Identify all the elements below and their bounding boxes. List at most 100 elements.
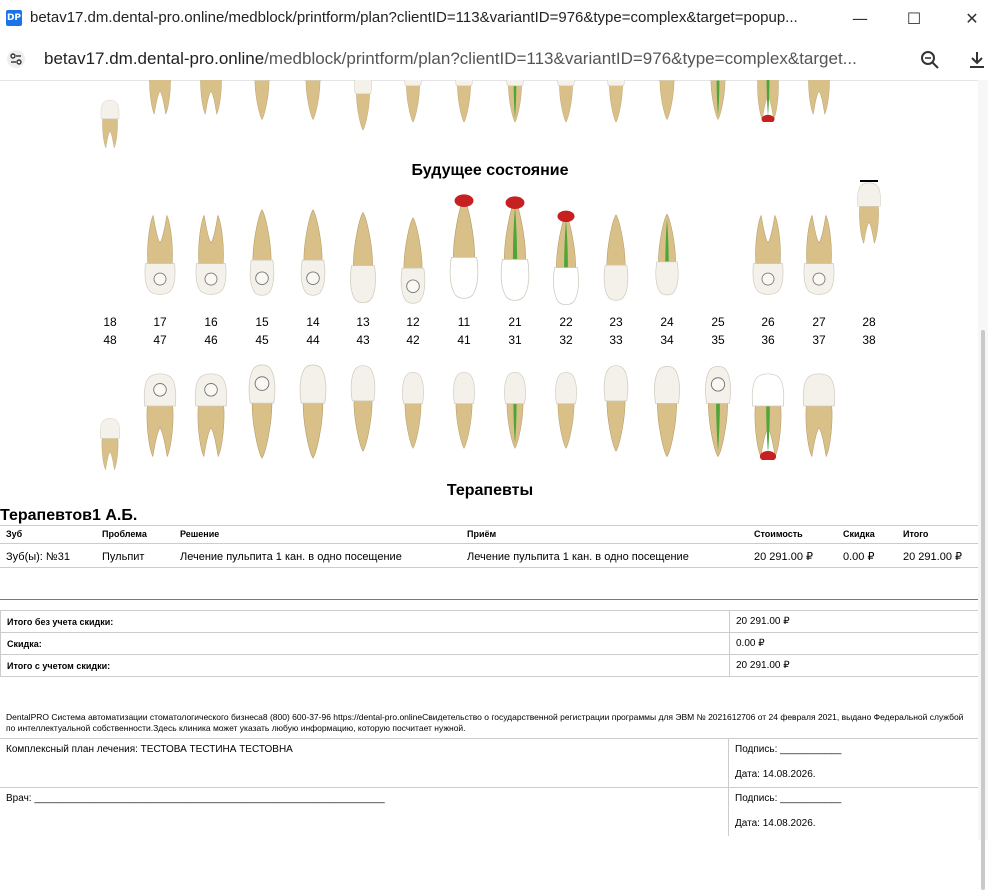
signature-table: Комплексный план лечения: ТЕСТОВА ТЕСТИН… xyxy=(0,738,978,836)
tooth-icon xyxy=(144,214,176,295)
tooth-number: 23 xyxy=(609,315,623,329)
tooth-icon xyxy=(350,211,376,304)
tooth-number: 42 xyxy=(406,333,420,347)
tooth-number: 14 xyxy=(306,315,320,329)
doctor-sign-label: Врач: __________________________________… xyxy=(0,787,729,836)
tooth-icon xyxy=(607,80,625,123)
table-row: Зуб(ы): №31 Пульпит Лечение пульпита 1 к… xyxy=(0,543,978,568)
tooth-icon xyxy=(757,80,779,122)
table-header-row: Зуб Проблема Решение Приём Стоимость Ски… xyxy=(0,525,978,544)
tooth-icon xyxy=(455,80,473,123)
col-visit: Приём xyxy=(461,525,748,544)
cell-visit: Лечение пульпита 1 кан. в одно посещение xyxy=(461,543,748,568)
window-titlebar: DP betav17.dm.dental-pro.online/medblock… xyxy=(0,0,988,38)
tooth-icon xyxy=(253,80,271,120)
tooth-number: 44 xyxy=(306,333,320,347)
totals-label: Итого без учета скидки: xyxy=(0,610,730,633)
close-button[interactable]: ✕ xyxy=(957,6,987,32)
minimize-button[interactable]: — xyxy=(845,6,875,32)
page-scrollbar[interactable] xyxy=(978,80,988,890)
tooth-number: 48 xyxy=(103,333,117,347)
tooth-icon xyxy=(603,214,629,301)
tooth-number: 32 xyxy=(559,333,573,347)
tooth-number: 12 xyxy=(406,315,420,329)
tooth-number: 24 xyxy=(660,315,674,329)
signature-date: Дата: 14.08.2026. xyxy=(735,818,816,829)
tooth-number: 43 xyxy=(356,333,370,347)
tooth-number: 31 xyxy=(508,333,522,347)
tooth-icon xyxy=(200,80,222,115)
footer-note: DentalPRO Система автоматизации стоматол… xyxy=(6,712,964,733)
tooth-number: 15 xyxy=(255,315,269,329)
scrollbar-thumb[interactable] xyxy=(981,330,985,890)
col-discount: Скидка xyxy=(837,525,897,544)
tooth-number: 36 xyxy=(761,333,775,347)
tooth-number: 35 xyxy=(711,333,725,347)
download-icon[interactable] xyxy=(966,48,988,72)
col-problem: Проблема xyxy=(96,525,174,544)
tooth-icon xyxy=(603,365,629,452)
tooth-icon xyxy=(654,365,680,458)
totals-row: Скидка: 0.00 ₽ xyxy=(0,632,978,655)
totals-row: Итого с учетом скидки: 20 291.00 ₽ xyxy=(0,654,978,677)
tooth-icon xyxy=(751,373,785,460)
signature-block: Подпись: ___________ Дата: 14.08.2026. xyxy=(728,787,978,836)
tooth-number: 21 xyxy=(508,315,522,329)
address-bar[interactable]: betav17.dm.dental-pro.online/medblock/pr… xyxy=(0,38,988,81)
tooth-icon xyxy=(504,372,526,449)
signature-row: Врач: __________________________________… xyxy=(0,787,978,836)
tooth-icon xyxy=(249,209,275,296)
tooth-icon xyxy=(149,80,171,115)
tooth-number: 46 xyxy=(204,333,218,347)
tooth-icon xyxy=(100,100,120,149)
maximize-button[interactable]: ☐ xyxy=(899,6,929,32)
section-divider xyxy=(0,599,978,600)
tooth-number: 41 xyxy=(457,333,471,347)
tooth-icon xyxy=(857,182,881,244)
tooth-number: 26 xyxy=(761,315,775,329)
tooth-icon xyxy=(709,80,727,120)
signature-line: Подпись: ___________ xyxy=(735,744,842,755)
totals-table: Итого без учета скидки: 20 291.00 ₽ Скидк… xyxy=(0,610,978,677)
tooth-icon xyxy=(402,372,424,449)
cell-tooth: Зуб(ы): №31 xyxy=(0,543,96,568)
tooth-icon xyxy=(553,210,579,306)
tooth-icon xyxy=(304,80,322,120)
totals-label: Скидка: xyxy=(0,632,730,655)
cell-problem: Пульпит xyxy=(96,543,174,568)
tooth-icon xyxy=(143,373,177,458)
tooth-icon xyxy=(404,80,422,123)
tooth-icon xyxy=(555,372,577,449)
url-path: /medblock/printform/plan?clientID=113&va… xyxy=(264,49,857,68)
tooth-number: 28 xyxy=(862,315,876,329)
signature-block: Подпись: ___________ Дата: 14.08.2026. xyxy=(728,738,978,788)
col-cost: Стоимость xyxy=(748,525,837,544)
tooth-icon xyxy=(802,373,836,458)
tooth-number: 17 xyxy=(153,315,167,329)
cell-discount: 0.00 ₽ xyxy=(837,543,897,568)
signature-line: Подпись: ___________ xyxy=(735,793,842,804)
tooth-number: 13 xyxy=(356,315,370,329)
zoom-icon[interactable] xyxy=(918,48,942,72)
totals-value: 0.00 ₽ xyxy=(729,632,978,655)
tooth-icon xyxy=(299,364,327,459)
tooth-icon xyxy=(752,214,784,295)
tooth-number: 33 xyxy=(609,333,623,347)
tune-icon[interactable] xyxy=(6,50,26,68)
cell-cost: 20 291.00 ₽ xyxy=(748,543,837,568)
future-state-heading: Будущее состояние xyxy=(411,162,569,179)
col-solution: Решение xyxy=(174,525,461,544)
tooth-icon xyxy=(808,80,830,115)
therapists-heading: Терапевты xyxy=(446,482,534,499)
tooth-icon xyxy=(400,217,426,304)
window-title: betav17.dm.dental-pro.online/medblock/pr… xyxy=(30,9,798,26)
print-page: Будущее состояние 18 17 16 15 14 13 12 11 21 22 23… xyxy=(0,80,978,840)
tooth-icon xyxy=(557,80,575,123)
tooth-number: 45 xyxy=(255,333,269,347)
app-logo-icon: DP xyxy=(6,10,22,26)
tooth-icon xyxy=(99,418,121,471)
tooth-icon xyxy=(655,213,679,296)
url-text[interactable]: betav17.dm.dental-pro.online/medblock/pr… xyxy=(44,49,857,69)
tooth-28-marker xyxy=(860,180,878,182)
tooth-icon xyxy=(248,364,276,459)
